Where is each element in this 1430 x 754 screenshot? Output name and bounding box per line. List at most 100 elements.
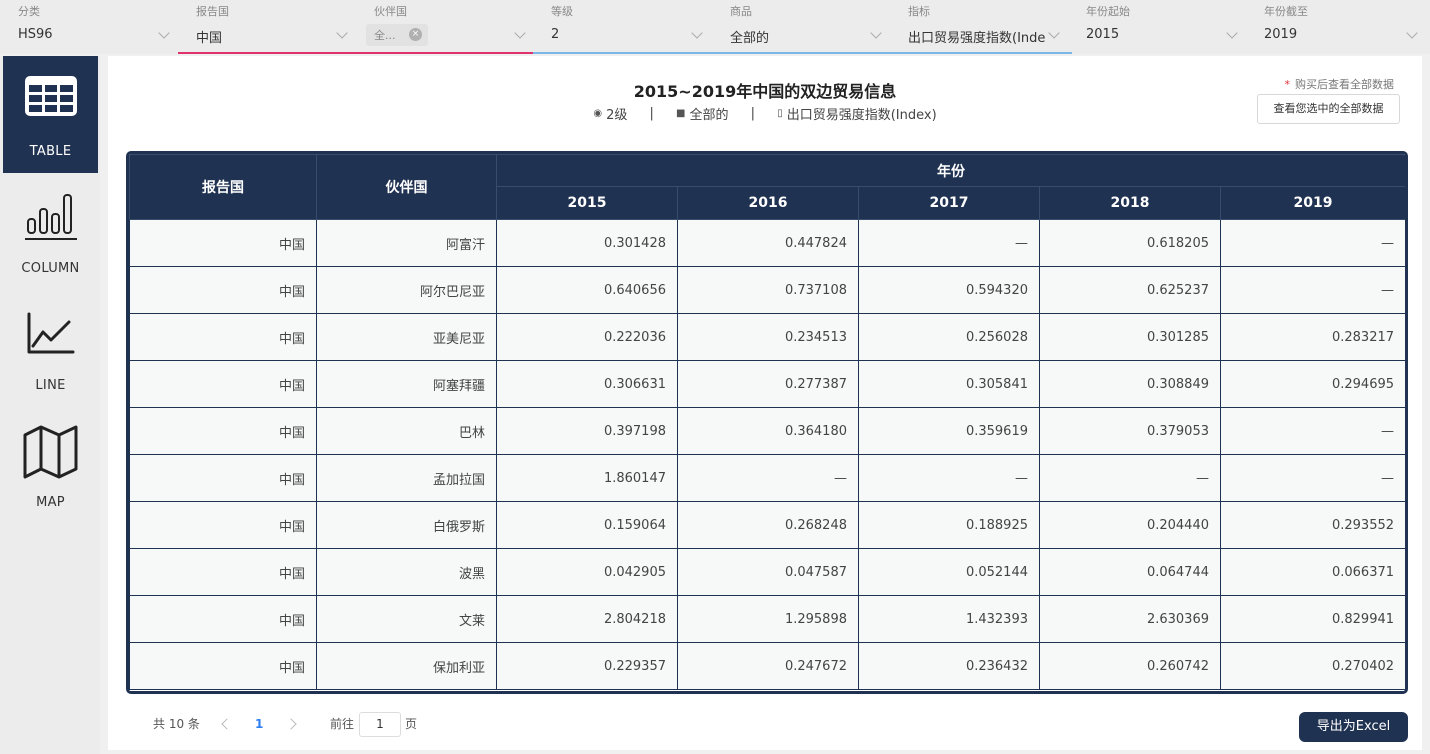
sidebar-item-line[interactable]: LINE (3, 290, 98, 407)
sidebar-item-map[interactable]: MAP (3, 407, 98, 524)
medal-icon: ◉ (593, 108, 603, 119)
cell-value: 0.204440 (1039, 501, 1221, 549)
filter-label: 商品 (730, 5, 752, 18)
cell-value: 0.301428 (496, 219, 678, 267)
cell-reporter: 中国 (129, 360, 317, 408)
map-icon (23, 425, 78, 479)
cell-value: 0.447824 (677, 219, 859, 267)
cell-value: 0.066371 (1219, 548, 1405, 596)
cell-value: 0.640656 (496, 266, 678, 314)
cell-reporter: 中国 (129, 454, 317, 502)
cell-value: 0.594320 (858, 266, 1040, 314)
cell-value: 0.236432 (858, 642, 1040, 690)
partner-tag-text: 全... (374, 29, 396, 42)
product-text: 全部的 (689, 108, 729, 123)
cell-value: 0.397198 (496, 407, 678, 455)
cell-value: 0.308849 (1039, 360, 1221, 408)
cell-reporter: 中国 (129, 548, 317, 596)
page-suffix: 页 (405, 717, 418, 731)
filter-year-start[interactable]: 年份起始 2015 (1068, 0, 1250, 54)
cell-value: — (677, 454, 859, 502)
cell-value: — (1039, 454, 1221, 502)
filter-label: 报告国 (196, 5, 229, 18)
filter-year-end[interactable]: 年份截至 2019 (1246, 0, 1430, 54)
level-text: 2级 (606, 108, 628, 123)
page-number-current[interactable]: 1 (255, 709, 263, 739)
cell-value: 0.188925 (858, 501, 1040, 549)
cell-value: 2.804218 (496, 595, 678, 643)
filter-underline (356, 52, 538, 54)
cell-value: 0.829941 (1219, 595, 1405, 643)
filter-product[interactable]: 商品 全部的 (712, 0, 894, 54)
cell-value: 0.042905 (496, 548, 678, 596)
page-title: 2015~2019年中国的双边贸易信息 (633, 82, 897, 101)
goto-page-input[interactable]: 1 (359, 712, 401, 737)
cell-partner: 波黑 (316, 548, 497, 596)
cell-value: 0.294695 (1219, 360, 1405, 408)
column-chart-icon (25, 194, 77, 240)
prev-page-icon[interactable] (221, 718, 233, 730)
cell-value: — (1219, 407, 1405, 455)
goto-label: 前往 (330, 717, 355, 731)
filter-label: 伙伴国 (374, 5, 407, 18)
cell-value: 0.301285 (1039, 313, 1221, 361)
cell-value: 0.283217 (1219, 313, 1405, 361)
cell-value: 0.305841 (858, 360, 1040, 408)
chevron-down-icon (1048, 27, 1060, 39)
col-header-year[interactable]: 2018 (1039, 186, 1221, 220)
table-row: 中国 文莱 2.804218 1.295898 1.432393 2.630369 0.82… (129, 595, 1405, 643)
cell-reporter: 中国 (129, 313, 317, 361)
cell-value: — (1219, 454, 1405, 502)
view-all-data-button[interactable]: 查看您选中的全部数据 (1257, 94, 1400, 124)
filter-level[interactable]: 等级 2 (533, 0, 715, 54)
cell-value: 0.625237 (1039, 266, 1221, 314)
col-header-partner[interactable]: 伙伴国 (316, 154, 497, 220)
cell-value: 0.234513 (677, 313, 859, 361)
cell-partner: 保加利亚 (316, 642, 497, 690)
cell-value: 0.277387 (677, 360, 859, 408)
sidebar-label: MAP (36, 495, 65, 510)
filter-reporter[interactable]: 报告国 中国 (178, 0, 360, 54)
col-header-reporter[interactable]: 报告国 (129, 154, 317, 220)
partner-tag[interactable]: 全... × (366, 24, 428, 46)
filter-value: 2015 (1086, 27, 1120, 42)
export-excel-button[interactable]: 导出为Excel (1299, 712, 1408, 742)
filter-category[interactable]: 分类 HS96 (0, 0, 182, 54)
cell-value: 0.270402 (1219, 642, 1405, 690)
chevron-down-icon (158, 27, 170, 39)
sidebar-item-column[interactable]: COLUMN (3, 173, 98, 290)
cell-value: 0.293552 (1219, 501, 1405, 549)
cell-value: 2.630369 (1039, 595, 1221, 643)
col-header-year[interactable]: 2017 (858, 186, 1040, 220)
cell-partner: 亚美尼亚 (316, 313, 497, 361)
cell-value: 1.295898 (677, 595, 859, 643)
table-row: 中国 阿尔巴尼亚 0.640656 0.737108 0.594320 0.625237— (129, 266, 1405, 314)
close-icon[interactable]: × (409, 28, 422, 41)
cell-value: 0.618205 (1039, 219, 1221, 267)
subtitle-bar: ◉ 2级 | ■ 全部的 | ▯ 出口贸易强度指数(Index) (108, 104, 1422, 123)
cell-value: — (1219, 266, 1405, 314)
cell-reporter: 中国 (129, 642, 317, 690)
cell-value: 0.247672 (677, 642, 859, 690)
table-row: 中国 阿富汗 0.301428 0.447824—0.618205— (129, 219, 1405, 267)
col-header-year[interactable]: 2019 (1219, 186, 1405, 220)
filter-underline (533, 52, 715, 54)
chevron-down-icon (514, 27, 526, 39)
filter-underline (890, 52, 1072, 54)
cell-value: 0.229357 (496, 642, 678, 690)
col-header-year[interactable]: 2015 (496, 186, 678, 220)
col-header-year[interactable]: 2016 (677, 186, 859, 220)
filter-indicator[interactable]: 指标 出口贸易强度指数(Inde (890, 0, 1072, 54)
cell-value: — (1219, 219, 1405, 267)
sidebar-label: TABLE (29, 144, 72, 159)
filter-label: 年份截至 (1264, 5, 1308, 18)
cell-value: 0.306631 (496, 360, 678, 408)
purchase-note-text: 购买后查看全部数据 (1295, 78, 1394, 91)
filter-underline (712, 52, 894, 54)
sidebar-item-table[interactable]: TABLE (3, 56, 98, 173)
filter-label: 分类 (18, 5, 40, 18)
cell-partner: 阿尔巴尼亚 (316, 266, 497, 314)
table-row: 中国 保加利亚 0.229357 0.247672 0.236432 0.260742 0.… (129, 642, 1405, 690)
cell-reporter: 中国 (129, 501, 317, 549)
next-page-icon[interactable] (285, 718, 297, 730)
